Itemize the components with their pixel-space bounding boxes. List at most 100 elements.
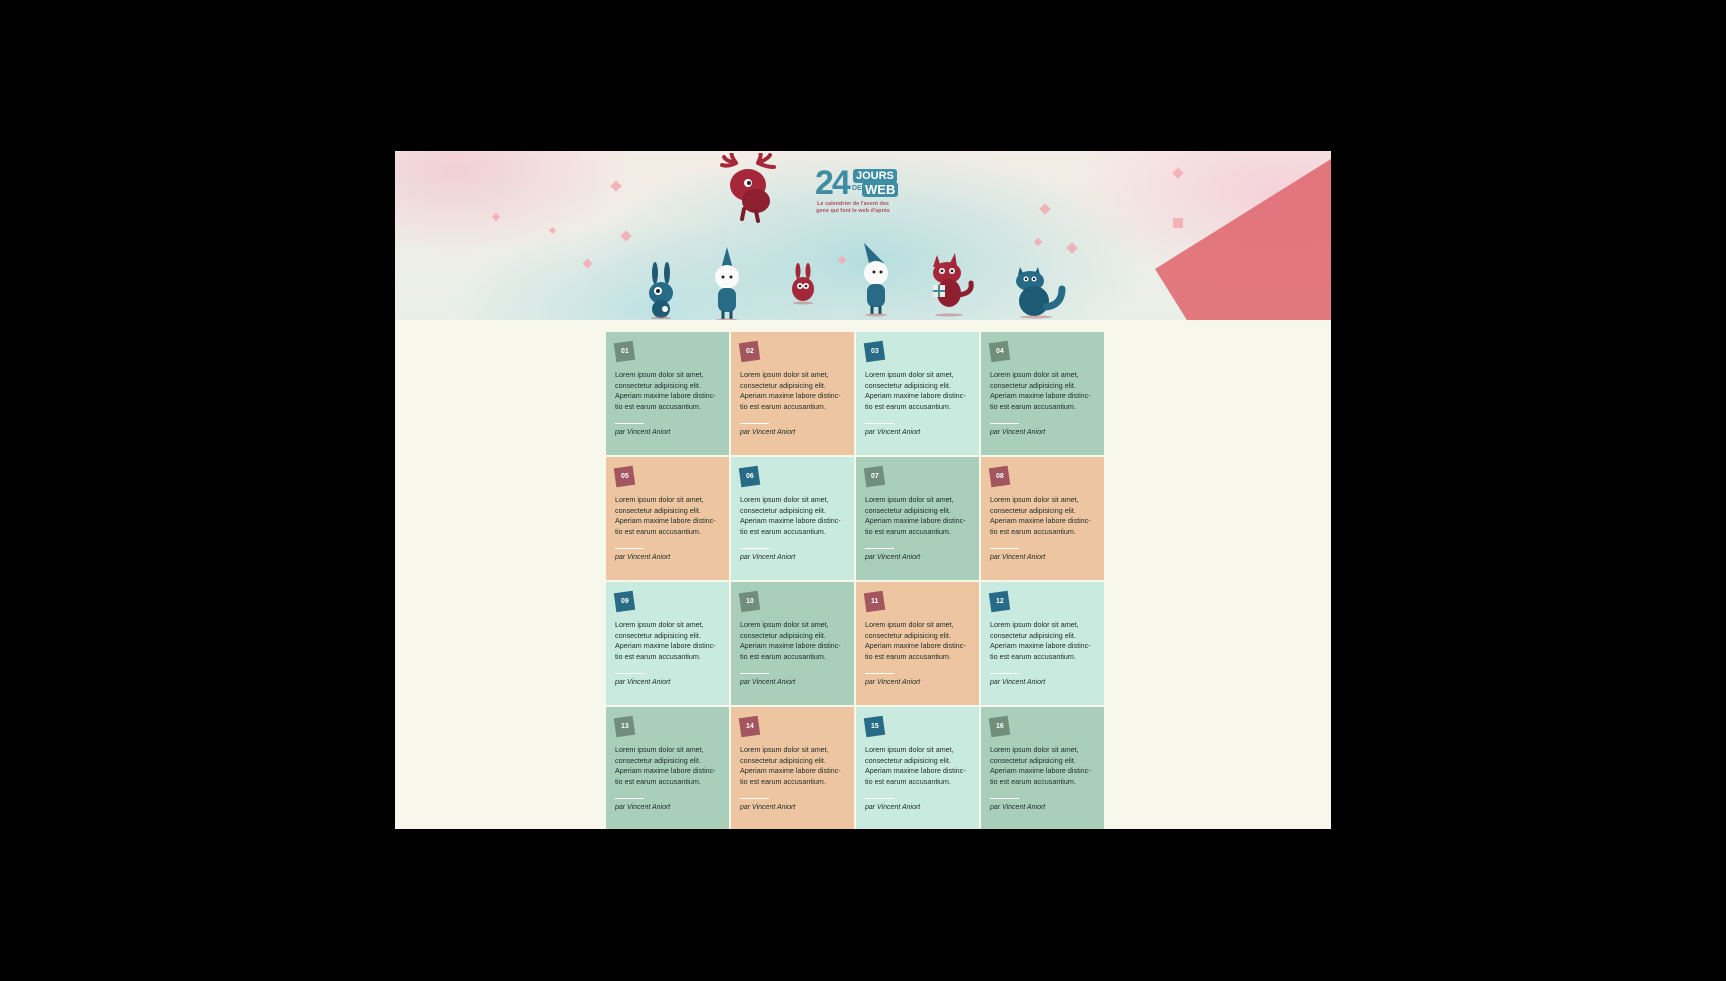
card-excerpt: Lorem ipsum dolor sit amet, consectetur … [990, 495, 1091, 536]
blue-creature-icon [1016, 267, 1066, 319]
card-divider [615, 673, 644, 674]
gnome-icon [715, 247, 739, 320]
card-author: par Vincent Aniort [865, 679, 921, 686]
day-number: 02 [745, 348, 754, 356]
day-number: 09 [620, 598, 629, 606]
card-excerpt: Lorem ipsum dolor sit amet, consectetur … [865, 620, 966, 661]
day-number: 13 [620, 723, 629, 731]
calendar-card[interactable]: 03 Lorem ipsum dolor sit amet, consectetu… [856, 332, 979, 455]
card-divider [990, 423, 1019, 424]
card-author: par Vincent Aniort [865, 554, 921, 561]
day-badge: 16 [988, 715, 1011, 738]
card-excerpt: Lorem ipsum dolor sit amet, consectetur … [615, 620, 716, 661]
confetti-decoration [582, 258, 593, 269]
card-author: par Vincent Aniort [865, 429, 921, 436]
card-divider [990, 673, 1019, 674]
day-number: 05 [620, 473, 629, 481]
confetti-decoration [837, 255, 847, 265]
day-badge: 14 [738, 715, 761, 738]
card-excerpt: Lorem ipsum dolor sit amet, consectetur … [865, 745, 966, 786]
calendar-card[interactable]: 11 Lorem ipsum dolor sit amet, consectetu… [856, 582, 979, 705]
calendar-grid: 01 Lorem ipsum dolor sit amet, consectetu… [606, 332, 1104, 829]
card-excerpt: Lorem ipsum dolor sit amet, consectetur … [990, 620, 1091, 661]
calendar-card[interactable]: 01 Lorem ipsum dolor sit amet, consectetu… [606, 332, 729, 455]
card-excerpt: Lorem ipsum dolor sit amet, consectetur … [740, 745, 841, 786]
page-viewport: 24 JOURS DE WEB Le calendrier de l'avent… [395, 151, 1331, 829]
card-divider [740, 548, 769, 549]
header-banner: 24 JOURS DE WEB Le calendrier de l'avent… [395, 151, 1331, 320]
rabbit-icon [792, 263, 814, 305]
day-badge: 01 [613, 340, 636, 363]
calendar-card[interactable]: 06 Lorem ipsum dolor sit amet, consectetu… [731, 457, 854, 580]
card-divider [615, 548, 644, 549]
calendar-card[interactable]: 14 Lorem ipsum dolor sit amet, consectetu… [731, 707, 854, 829]
day-number: 15 [870, 723, 879, 731]
confetti-decoration [1033, 237, 1043, 247]
card-author: par Vincent Aniort [615, 679, 671, 686]
confetti-decoration [491, 212, 501, 222]
card-excerpt: Lorem ipsum dolor sit amet, consectetur … [740, 495, 841, 536]
calendar-card[interactable]: 10 Lorem ipsum dolor sit amet, consectetu… [731, 582, 854, 705]
card-excerpt: Lorem ipsum dolor sit amet, consectetur … [615, 370, 716, 411]
card-divider [865, 423, 894, 424]
card-divider [865, 673, 894, 674]
card-divider [990, 798, 1019, 799]
calendar-card[interactable]: 08 Lorem ipsum dolor sit amet, consectetu… [981, 457, 1104, 580]
calendar-card[interactable]: 16 Lorem ipsum dolor sit amet, consectetu… [981, 707, 1104, 829]
card-divider [615, 423, 644, 424]
day-badge: 09 [613, 590, 636, 613]
card-divider [615, 798, 644, 799]
day-badge: 11 [863, 590, 886, 613]
day-number: 08 [995, 473, 1004, 481]
site-tagline: Le calendrier de l'avent des gens qui fo… [816, 201, 890, 214]
day-number: 04 [995, 348, 1004, 356]
calendar-card[interactable]: 04 Lorem ipsum dolor sit amet, consectetu… [981, 332, 1104, 455]
day-number: 10 [745, 598, 754, 606]
day-number: 06 [745, 473, 754, 481]
day-badge: 04 [988, 340, 1011, 363]
card-author: par Vincent Aniort [740, 679, 796, 686]
day-badge: 12 [988, 590, 1011, 613]
day-number: 01 [620, 348, 629, 356]
card-excerpt: Lorem ipsum dolor sit amet, consectetur … [615, 745, 716, 786]
confetti-decoration [1173, 218, 1183, 228]
day-number: 16 [995, 723, 1004, 731]
card-divider [740, 673, 769, 674]
card-author: par Vincent Aniort [615, 554, 671, 561]
day-badge: 03 [863, 340, 886, 363]
logo-de: DE [852, 185, 862, 192]
calendar-card[interactable]: 12 Lorem ipsum dolor sit amet, consectetu… [981, 582, 1104, 705]
card-author: par Vincent Aniort [740, 554, 796, 561]
calendar-card[interactable]: 13 Lorem ipsum dolor sit amet, consectetu… [606, 707, 729, 829]
card-divider [865, 798, 894, 799]
confetti-decoration [548, 226, 557, 235]
site-logo[interactable]: 24 JOURS DE WEB [815, 166, 899, 200]
day-badge: 06 [738, 465, 761, 488]
day-number: 11 [870, 598, 879, 605]
roof-decoration [1155, 151, 1331, 320]
card-excerpt: Lorem ipsum dolor sit amet, consectetur … [865, 370, 966, 411]
card-author: par Vincent Aniort [990, 804, 1046, 811]
card-author: par Vincent Aniort [990, 429, 1046, 436]
card-excerpt: Lorem ipsum dolor sit amet, consectetur … [740, 620, 841, 661]
wolf-icon [933, 253, 974, 317]
confetti-decoration [620, 230, 632, 242]
card-excerpt: Lorem ipsum dolor sit amet, consectetur … [865, 495, 966, 536]
logo-web: WEB [862, 182, 899, 197]
card-excerpt: Lorem ipsum dolor sit amet, consectetur … [990, 745, 1091, 786]
card-excerpt: Lorem ipsum dolor sit amet, consectetur … [990, 370, 1091, 411]
day-badge: 07 [863, 465, 886, 488]
calendar-card[interactable]: 15 Lorem ipsum dolor sit amet, consectetu… [856, 707, 979, 829]
calendar-card[interactable]: 05 Lorem ipsum dolor sit amet, consectetu… [606, 457, 729, 580]
card-author: par Vincent Aniort [615, 429, 671, 436]
card-excerpt: Lorem ipsum dolor sit amet, consectetur … [615, 495, 716, 536]
day-badge: 02 [738, 340, 761, 363]
calendar-card[interactable]: 02 Lorem ipsum dolor sit amet, consectetu… [731, 332, 854, 455]
calendar-card[interactable]: 09 Lorem ipsum dolor sit amet, consectetu… [606, 582, 729, 705]
calendar-card[interactable]: 07 Lorem ipsum dolor sit amet, consectetu… [856, 457, 979, 580]
card-author: par Vincent Aniort [740, 429, 796, 436]
card-excerpt: Lorem ipsum dolor sit amet, consectetur … [740, 370, 841, 411]
card-author: par Vincent Aniort [990, 679, 1046, 686]
bunny-icon [649, 262, 673, 319]
day-badge: 05 [613, 465, 636, 488]
